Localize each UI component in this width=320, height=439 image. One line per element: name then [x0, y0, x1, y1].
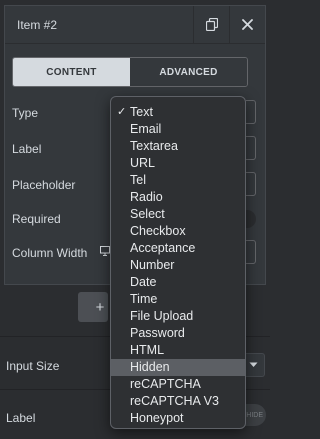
placeholder-input[interactable]: [246, 172, 256, 196]
required-label: Required: [12, 212, 61, 226]
label-section-label: Label: [6, 411, 36, 425]
dropdown-option-text[interactable]: ✓ Text: [111, 104, 245, 121]
type-dropdown-menu: ✓ Text Email Textarea URL Tel Radio Sele…: [110, 96, 246, 429]
item-title: Item #2: [17, 17, 58, 32]
placeholder-label: Placeholder: [12, 178, 76, 192]
dropdown-option-file-upload[interactable]: File Upload: [111, 308, 245, 325]
caret-down-icon: [249, 362, 258, 367]
dropdown-option-url[interactable]: URL: [111, 155, 245, 172]
add-item-button[interactable]: +: [78, 292, 108, 322]
dropdown-option-hidden[interactable]: Hidden: [111, 359, 245, 376]
hide-toggle-text: HIDE: [246, 411, 263, 419]
dropdown-option-html[interactable]: HTML: [111, 342, 245, 359]
label-visibility-toggle[interactable]: HIDE: [244, 404, 266, 426]
dropdown-option-honeypot[interactable]: Honeypot: [111, 410, 245, 427]
dropdown-option-time[interactable]: Time: [111, 291, 245, 308]
item-header[interactable]: Item #2: [5, 5, 265, 44]
type-label: Type: [12, 106, 39, 120]
label-field-label: Label: [12, 142, 42, 156]
dropdown-option-recaptcha[interactable]: reCAPTCHA: [111, 376, 245, 393]
column-width-select[interactable]: [246, 240, 256, 264]
remove-button[interactable]: [229, 5, 265, 44]
dropdown-option-tel[interactable]: Tel: [111, 172, 245, 189]
column-width-label: Column Width: [12, 246, 88, 260]
type-select[interactable]: [246, 100, 256, 124]
tab-content[interactable]: CONTENT: [13, 58, 130, 86]
tab-advanced[interactable]: ADVANCED: [130, 58, 247, 86]
input-size-label: Input Size: [6, 359, 60, 373]
dropdown-option-date[interactable]: Date: [111, 274, 245, 291]
dropdown-option-email[interactable]: Email: [111, 121, 245, 138]
add-item-label: +: [95, 298, 105, 316]
duplicate-icon: [205, 18, 218, 31]
dropdown-option-select[interactable]: Select: [111, 206, 245, 223]
tab-switcher: CONTENT ADVANCED: [12, 57, 248, 87]
checkmark-icon: ✓: [117, 106, 127, 118]
label-input[interactable]: [246, 136, 256, 160]
dropdown-option-recaptcha-v3[interactable]: reCAPTCHA V3: [111, 393, 245, 410]
duplicate-button[interactable]: [193, 5, 229, 44]
dropdown-option-acceptance[interactable]: Acceptance: [111, 240, 245, 257]
dropdown-option-radio[interactable]: Radio: [111, 189, 245, 206]
dropdown-option-checkbox[interactable]: Checkbox: [111, 223, 245, 240]
input-size-select[interactable]: [243, 353, 265, 377]
close-icon: [242, 19, 253, 30]
desktop-icon[interactable]: [100, 246, 110, 256]
dropdown-option-password[interactable]: Password: [111, 325, 245, 342]
dropdown-option-textarea[interactable]: Textarea: [111, 138, 245, 155]
dropdown-option-number[interactable]: Number: [111, 257, 245, 274]
